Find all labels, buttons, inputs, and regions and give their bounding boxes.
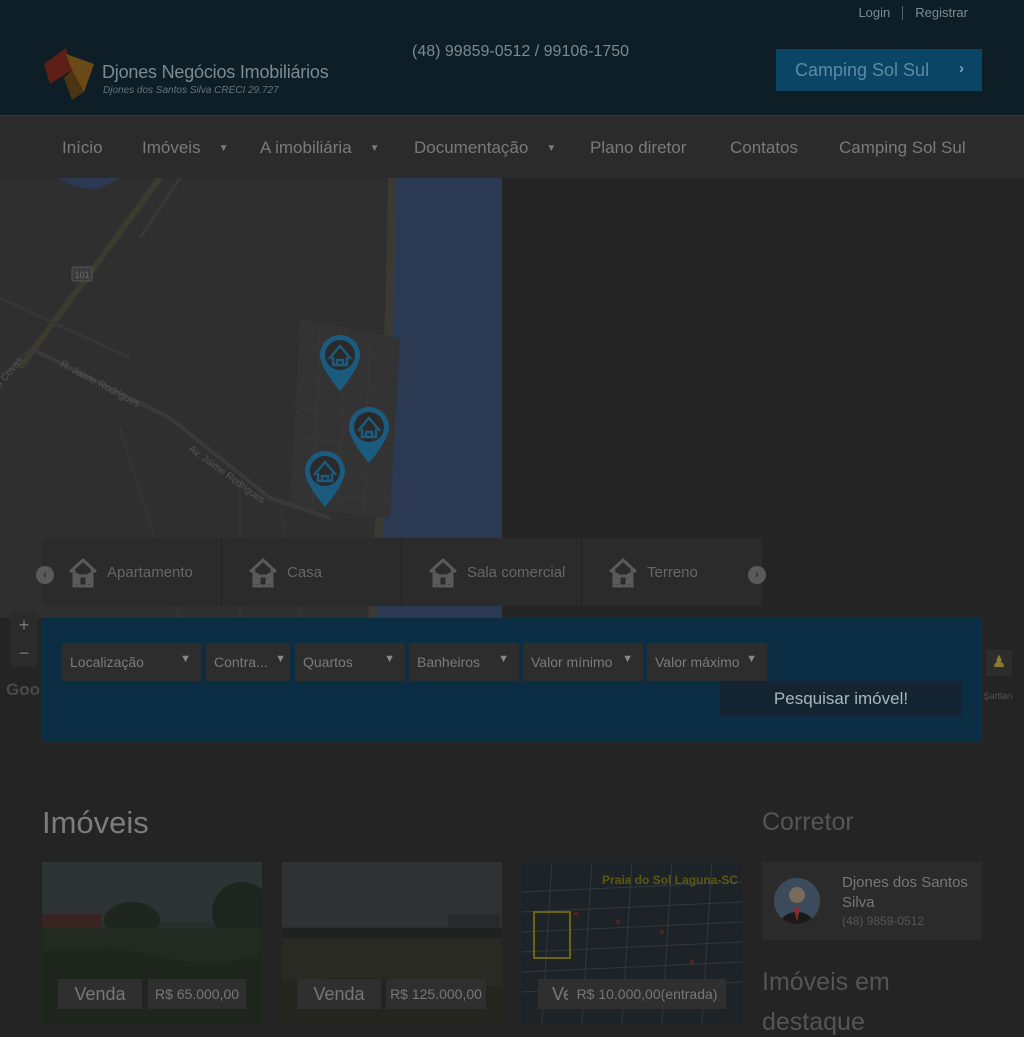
camping-cta-label: Camping Sol Sul [795,59,930,80]
map-pin-house-icon [305,451,345,507]
road-label-101: 101 [74,270,89,280]
nav-item-contatos[interactable]: Contatos [730,138,798,158]
link-divider [902,5,904,20]
nav-label: Imóveis [142,138,201,157]
nav-label: Camping Sol Sul [839,138,966,157]
filter-label: Valor mínimo [531,654,613,670]
listing-card[interactable]: Venda R$ 65.000,00 [42,862,262,1024]
map-marker-2[interactable] [347,406,391,469]
type-sala-comercial[interactable]: Sala comercial [402,538,582,606]
chevron-right-icon: › [959,60,964,77]
type-label: Terreno [647,564,698,581]
nav-label: Plano diretor [590,138,687,157]
property-type-carousel: Apartamento Casa Sala comercial Terreno [42,538,762,606]
map-pin-house-icon [320,335,360,391]
listing-status-badge: Venda [58,979,142,1009]
filter-valor-minimo-select[interactable]: Valor mínimo ▼ [523,643,643,681]
zoom-out-button[interactable]: − [10,639,38,667]
account-links: Login Registrar [858,5,968,20]
brand-logo[interactable]: Djones Negócios Imobiliários Djones dos … [44,48,344,102]
type-label: Casa [287,564,323,581]
nav-item-inicio[interactable]: Início [62,138,103,158]
chevron-down-icon: ▼ [384,653,395,665]
nav-item-imoveis[interactable]: Imóveis ▼ [142,138,228,158]
camping-cta-button[interactable]: Camping Sol Sul › [776,49,982,91]
login-link[interactable]: Login [858,5,890,20]
agent-avatar [774,878,820,924]
agent-name: Djones dos Santos Silva [842,874,968,911]
featured-section-title: Imóveis em [762,968,890,996]
zoom-in-button[interactable]: + [10,611,38,639]
filter-banheiros-select[interactable]: Banheiros ▼ [409,643,519,681]
carousel-next-button[interactable]: › [748,566,766,584]
street-view-pegman-icon[interactable]: ♟ [986,650,1012,676]
chevron-down-icon: ▼ [746,653,757,665]
listing-price: R$ 10.000,00(entrada) [568,979,726,1009]
nav-label: Documentação [414,138,529,157]
chevron-down-icon: ▼ [275,653,286,665]
house-icon [608,558,638,588]
filter-quartos-select[interactable]: Quartos ▼ [295,643,405,681]
house-icon [428,558,458,588]
chevron-down-icon: ▼ [369,143,380,154]
filter-localizacao-select[interactable]: Localização ▼ [62,643,201,681]
nav-label: Início [62,138,103,157]
register-link[interactable]: Registrar [915,5,968,20]
filter-valor-maximo-select[interactable]: Valor máximo ▼ [647,643,767,681]
type-label: Sala comercial [467,564,566,581]
chevron-down-icon: ▼ [546,143,557,154]
type-apartamento[interactable]: Apartamento [42,538,222,606]
carousel-prev-button[interactable]: ‹ [36,566,54,584]
listing-card[interactable]: Venda R$ 125.000,00 [282,862,502,1024]
listing-photo-caption: Praia do Sol Laguna-SC [602,873,738,887]
filter-label: Contra... [214,654,268,670]
agent-section-title: Corretor [762,808,854,836]
house-icon [248,558,278,588]
search-panel: Localização ▼ Contra... ▼ Quartos ▼ Banheir… [42,618,982,742]
listing-card[interactable]: Praia do Sol Laguna-SC Ve R$ 10.000,00(e… [522,862,742,1024]
nav-item-documentacao[interactable]: Documentação ▼ [414,138,556,158]
nav-label: Contatos [730,138,799,157]
agent-card[interactable]: Djones dos Santos Silva (48) 9859-0512 [762,862,982,940]
listings-title: Imóveis [42,805,149,840]
type-casa[interactable]: Casa [222,538,402,606]
nav-item-a-imobiliaria[interactable]: A imobiliária ▼ [260,138,380,158]
listing-price: R$ 125.000,00 [386,979,486,1009]
house-icon [68,558,98,588]
brand-name: Djones Negócios Imobiliários [102,62,329,82]
chevron-down-icon: ▼ [622,653,633,665]
map-marker-1[interactable] [318,334,362,397]
type-label: Apartamento [107,564,193,581]
top-header: Login Registrar Djones Negócios Imobiliá… [0,0,1024,115]
map-pin-house-icon [349,407,389,463]
filter-label: Valor máximo [655,654,740,670]
featured-section-title-line2: destaque [762,1008,865,1036]
nav-item-camping[interactable]: Camping Sol Sul [839,138,966,158]
type-terreno[interactable]: Terreno [582,538,762,606]
map-zoom-controls: + − [10,611,38,667]
listing-price: R$ 65.000,00 [148,979,246,1009]
filter-label: Localização [70,654,144,670]
logo-mark-icon [44,48,94,100]
search-submit-button[interactable]: Pesquisar imóvel! [720,681,962,716]
chevron-down-icon: ▼ [498,653,509,665]
main-nav: Início Imóveis ▼ A imobiliária ▼ Documenta… [0,115,1024,178]
filter-label: Banheiros [417,654,481,670]
chevron-down-icon: ▼ [180,653,191,665]
chevron-down-icon: ▼ [218,143,229,154]
filter-label: Quartos [303,654,353,670]
google-logo: Goo [6,680,40,699]
agent-phone: (48) 9859-0512 [842,914,925,928]
nav-label: A imobiliária [260,138,352,157]
nav-item-plano-diretor[interactable]: Plano diretor [590,138,686,158]
header-phone: (48) 99859-0512 / 99106-1750 [412,43,630,60]
listing-status-badge: Venda [297,979,381,1009]
brand-subtitle: Djones dos Santos Silva CRECI 29.727 [103,85,279,96]
map-marker-3[interactable] [303,450,347,513]
filter-contrato-select[interactable]: Contra... ▼ [206,643,290,681]
